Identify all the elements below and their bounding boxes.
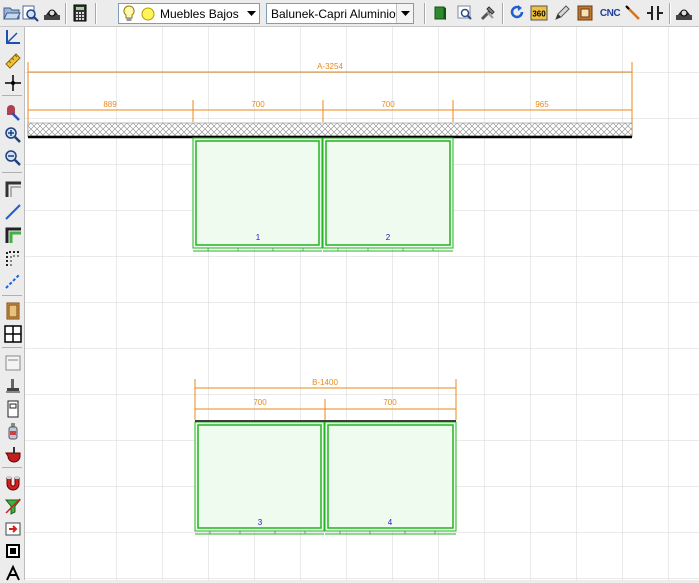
view-360-icon[interactable]: 360 [529,3,549,23]
select-area-icon[interactable] [3,541,23,561]
move-tool-icon[interactable] [3,102,23,122]
zoom-out-icon[interactable] [3,148,23,168]
cabinet-door-icon[interactable] [3,301,23,321]
dotted-corner-icon[interactable] [3,248,23,268]
dimension-label-segment-a3: 700 [381,100,395,109]
frame-icon[interactable] [575,3,595,23]
wall-hatch [27,122,633,137]
chevron-down-icon[interactable] [396,4,413,23]
measure-line-icon[interactable] [623,3,643,23]
refresh-icon[interactable] [507,3,527,23]
search-icon[interactable] [455,3,475,23]
calculator-icon[interactable] [70,3,90,23]
dimension-label-total-b: B-1400 [312,378,338,387]
material-select[interactable]: Balunek-Capri Aluminio [266,3,414,24]
grid-icon[interactable] [3,324,23,344]
tools-icon[interactable] [478,3,498,23]
dimension-label-total-a: A-3254 [317,62,343,71]
category-select[interactable]: Muebles Bajos [118,3,260,24]
cabinet-number-2: 2 [386,233,391,242]
drawing-canvas[interactable]: A-3254 889 700 700 965 1 2 B-1400 700 70… [25,27,699,580]
tall-cabinet-icon[interactable] [3,399,23,419]
dimension-label-segment-b2: 700 [383,398,397,407]
status-circle-icon [141,7,155,24]
chevron-down-icon[interactable] [243,4,259,23]
crosshair-icon[interactable] [3,73,23,93]
lightbulb-icon [123,5,135,25]
faucet-icon[interactable] [3,376,23,396]
cabinet-number-4: 4 [388,518,393,527]
split-icon[interactable] [645,3,665,23]
cnc-label: CNC [599,7,621,19]
camera-view-icon[interactable] [42,3,62,23]
cnc-button[interactable]: CNC [598,3,622,23]
zoom-in-icon[interactable] [3,125,23,145]
axis-icon[interactable] [3,27,23,47]
line-tool-icon[interactable] [3,202,23,222]
dashed-line-icon[interactable] [3,271,23,291]
pencil-icon[interactable] [552,3,572,23]
magnet-icon[interactable] [3,473,23,493]
category-select-value: Muebles Bajos [160,7,239,21]
cabinet-number-1: 1 [256,233,261,242]
main-toolbar: Muebles Bajos Balunek-Capri Aluminio 360… [0,0,699,27]
text-tool-icon[interactable] [3,563,23,583]
camera-view-icon[interactable] [674,3,694,23]
view-360-label: 360 [532,10,546,19]
appliance-icon[interactable] [3,353,23,373]
open-folder-icon[interactable] [2,3,22,23]
corner-green-icon[interactable] [3,225,23,245]
dimension-label-segment-a4: 965 [535,100,549,109]
funnel-icon[interactable] [3,496,23,516]
dimension-label-segment-b1: 700 [253,398,267,407]
left-toolbar [0,27,25,583]
material-select-value: Balunek-Capri Aluminio [271,7,396,21]
sink-icon[interactable] [3,444,23,464]
wall-corner-icon[interactable] [3,179,23,199]
ruler-icon[interactable] [3,51,23,71]
book-icon[interactable] [430,3,450,23]
zoom-preview-icon[interactable] [20,3,40,23]
dimension-label-segment-a1: 889 [103,100,117,109]
bottle-icon[interactable] [3,421,23,441]
dimension-label-segment-a2: 700 [251,100,265,109]
export-icon[interactable] [3,519,23,539]
cabinet-number-3: 3 [258,518,263,527]
